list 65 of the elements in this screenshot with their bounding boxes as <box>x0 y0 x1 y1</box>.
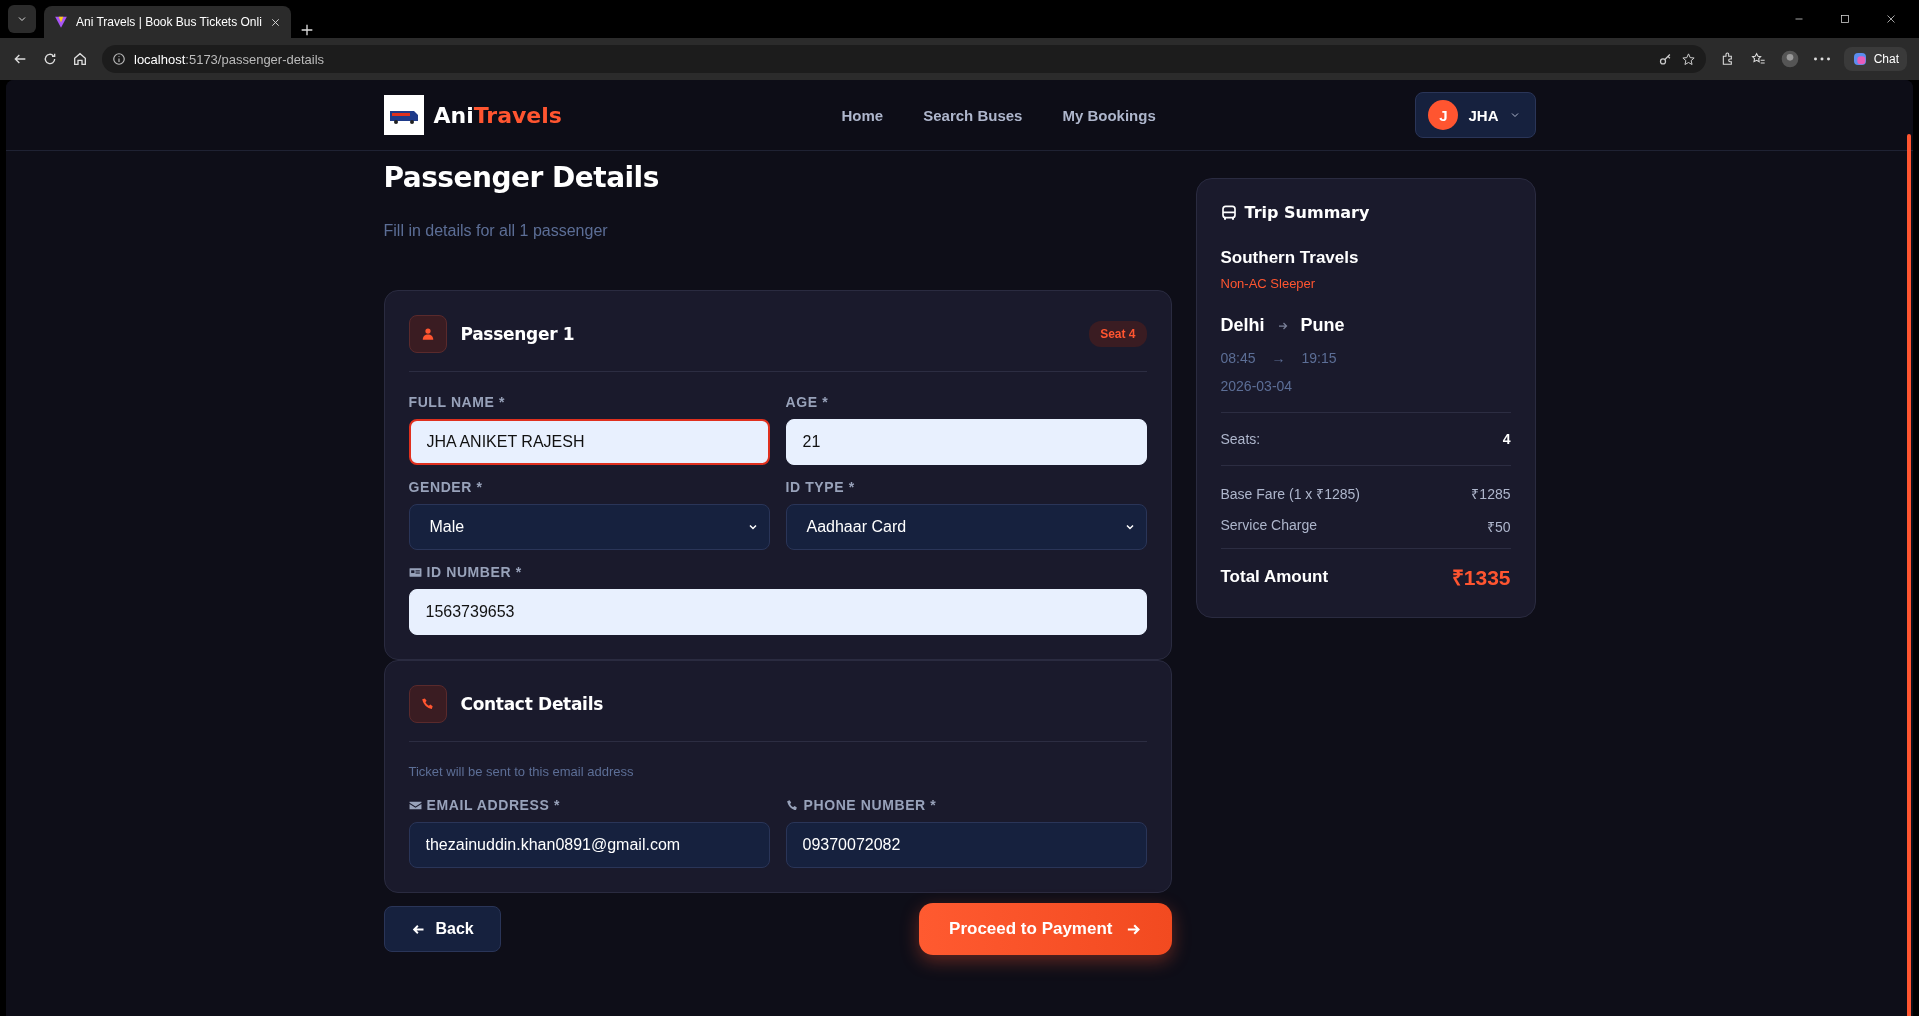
info-icon <box>112 52 126 66</box>
nav-link[interactable]: Home <box>841 106 884 124</box>
reload-icon <box>42 51 58 67</box>
field-label: FULL NAME * <box>408 394 506 410</box>
arrow-symbol: → <box>1271 350 1286 366</box>
total-amount: ₹1335 <box>1451 565 1511 591</box>
person-icon <box>420 327 435 341</box>
input-field[interactable]: 1563739653 <box>408 589 1147 635</box>
copilot-icon <box>1851 51 1868 67</box>
destination-city: Pune <box>1300 315 1345 336</box>
user-menu-button[interactable]: J JHA <box>1415 92 1536 138</box>
input-field[interactable]: 21 <box>785 419 1147 465</box>
input-field[interactable]: JHA ANIKET RAJESH <box>408 419 770 465</box>
summary-label: Seats: <box>1220 431 1261 447</box>
back-button[interactable]: Back <box>383 906 501 952</box>
bus-icon <box>1220 204 1237 221</box>
total-label: Total Amount <box>1220 567 1329 587</box>
fare-value: ₹50 <box>1486 518 1511 536</box>
star-icon <box>1680 51 1696 67</box>
key-icon <box>1657 51 1673 67</box>
fare-label: Base Fare (1 x ₹1285) <box>1220 485 1360 503</box>
field-label: EMAIL ADDRESS * <box>426 797 560 813</box>
helper-text: Ticket will be sent to this email address <box>408 764 635 779</box>
field-label: AGE * <box>785 394 829 410</box>
dropdown[interactable]: Aadhaar Card <box>785 504 1147 550</box>
phone-icon <box>420 697 435 711</box>
fare-label: Service Charge <box>1220 517 1317 535</box>
bus-type: Non-AC Sleeper <box>1220 276 1317 291</box>
browser-tab[interactable]: Ani Travels | Book Bus Tickets Onli <box>44 6 291 38</box>
arrival-time: 19:15 <box>1301 350 1337 366</box>
close-icon <box>269 16 281 28</box>
home-icon <box>72 51 88 67</box>
card-title: Passenger 1 <box>460 324 576 344</box>
scroll-bar[interactable] <box>1907 134 1911 1016</box>
dropdown[interactable]: Male <box>408 504 770 550</box>
maximize-icon <box>1839 13 1851 25</box>
brand-name[interactable]: AniTravels <box>433 102 562 128</box>
field-label: PHONE NUMBER * <box>803 797 937 813</box>
fare-value: ₹1285 <box>1471 485 1511 503</box>
card-title: Contact Details <box>460 694 604 714</box>
summary-value: 4 <box>1502 431 1511 447</box>
chat-button[interactable]: Chat <box>1843 47 1907 71</box>
favorites-icon <box>1749 51 1766 67</box>
phone-icon <box>785 798 799 812</box>
nav-link[interactable]: Search Buses <box>923 106 1023 124</box>
input-field[interactable]: thezainuddin.khan0891@gmail.com <box>408 822 770 868</box>
more-icon[interactable] <box>1813 57 1830 61</box>
page-subtitle: Fill in details for all 1 passenger <box>383 222 609 240</box>
address-bar[interactable]: localhost:5173/passenger-details <box>102 45 1706 73</box>
input-field[interactable]: 09370072082 <box>785 822 1147 868</box>
seat-badge: Seat 4 <box>1089 321 1147 347</box>
field-label: GENDER * <box>408 479 483 495</box>
close-icon <box>1885 13 1897 25</box>
operator-name: Southern Travels <box>1220 248 1360 268</box>
card-title: Trip Summary <box>1244 203 1370 222</box>
triangle-logo-icon <box>54 15 68 29</box>
id-card-icon <box>408 565 422 579</box>
travel-date: 2026-03-04 <box>1220 378 1294 394</box>
nav-link[interactable]: My Bookings <box>1062 106 1156 124</box>
field-label: ID NUMBER * <box>426 564 522 580</box>
page-title: Passenger Details <box>383 161 660 194</box>
field-label: ID TYPE * <box>785 479 855 495</box>
profile-icon <box>1779 49 1800 69</box>
departure-time: 08:45 <box>1220 350 1256 366</box>
origin-city: Delhi <box>1220 315 1265 336</box>
